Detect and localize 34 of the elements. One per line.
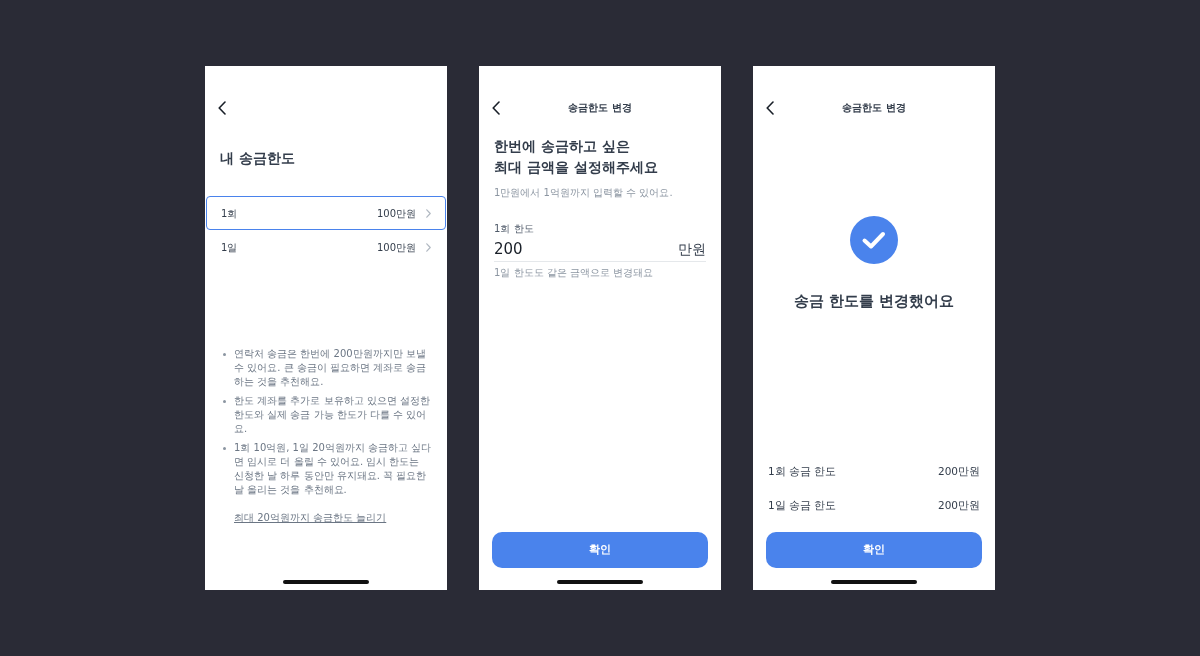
confirm-button[interactable]: 확인: [492, 532, 708, 568]
chevron-right-icon: [426, 242, 431, 252]
limit-label: 1일: [221, 240, 238, 255]
summary-value: 200만원: [937, 498, 980, 514]
limit-value: 100만원: [376, 240, 416, 255]
limit-value: 100만원: [376, 206, 416, 221]
helper-text: 1일 한도도 같은 금액으로 변경돼요: [494, 266, 655, 280]
bullet-icon: [223, 353, 226, 356]
chevron-right-icon: [426, 208, 431, 218]
chevron-left-icon: [492, 101, 500, 115]
unit-label: 만원: [678, 240, 706, 259]
field-label: 1회 한도: [494, 222, 535, 236]
hint-text: 1만원에서 1억원까지 입력할 수 있어요.: [494, 186, 674, 200]
bullet-icon: [223, 447, 226, 450]
limit-label: 1회: [221, 206, 238, 221]
header-title: 송금한도 변경: [567, 101, 633, 115]
note-text: 한도 계좌를 추가로 보유하고 있으면 설정한 한도와 실제 송금 가능 한도가 다를 수 있어요.: [234, 394, 431, 436]
summary-value: 200만원: [937, 464, 980, 480]
success-message: 송금 한도를 변경했어요: [792, 291, 956, 312]
bullet-icon: [223, 400, 226, 403]
chevron-left-icon: [218, 101, 226, 115]
limit-row[interactable]: 1회 100만원: [206, 196, 446, 230]
note-text: 1회 10억원, 1일 20억원까지 송금하고 싶다면 임시로 더 올릴 수 있어요. 임시 한도는 신청한 날 하루 동안만 유지돼요. 꼭 필요한 날 올리는 것을 추천해요.: [234, 441, 432, 497]
note-text: 연락처 송금은 한번에 200만원까지만 보낼 수 있어요. 큰 송금이 필요하면 계좌로 송금하는 것을 추천해요.: [234, 347, 428, 389]
page-heading: 한번에 송금하고 싶은 최대 금액을 설정해주세요: [494, 137, 659, 177]
chevron-left-icon: [766, 101, 774, 115]
summary-label: 1일 송금 한도: [768, 498, 837, 514]
confirm-button[interactable]: 확인: [766, 532, 982, 568]
page-title: 내 송금한도: [220, 149, 296, 168]
check-circle-icon: [850, 216, 898, 264]
raise-limit-link[interactable]: 최대 20억원까지 송금한도 늘리기: [234, 510, 387, 525]
amount-input[interactable]: 200: [494, 238, 614, 261]
summary-label: 1회 송금 한도: [768, 464, 837, 480]
header-title: 송금한도 변경: [841, 101, 907, 115]
